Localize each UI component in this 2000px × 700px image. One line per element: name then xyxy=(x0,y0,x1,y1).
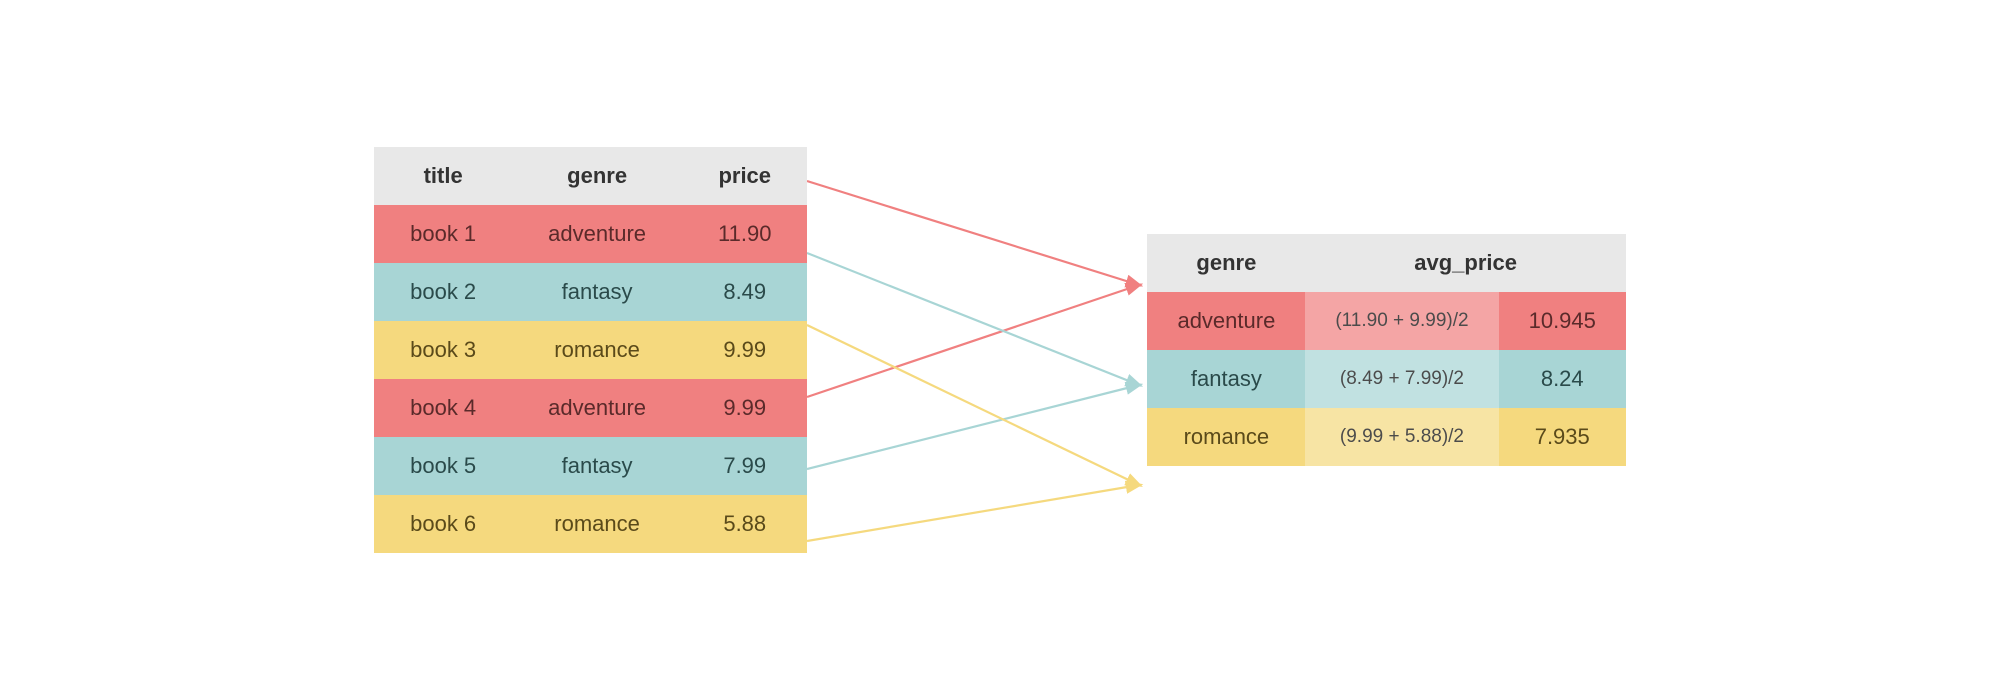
left-cell-title: book 1 xyxy=(374,205,512,263)
left-table-row: book 6romance5.88 xyxy=(374,495,807,553)
col-price: price xyxy=(682,147,807,205)
left-cell-genre: fantasy xyxy=(512,263,682,321)
left-cell-price: 9.99 xyxy=(682,321,807,379)
main-container: title genre price book 1adventure11.90bo… xyxy=(0,0,2000,700)
right-cell-formula: (11.90 + 9.99)/2 xyxy=(1305,292,1498,350)
left-table: title genre price book 1adventure11.90bo… xyxy=(374,147,807,553)
right-cell-genre: romance xyxy=(1147,408,1305,466)
left-cell-price: 8.49 xyxy=(682,263,807,321)
right-cell-formula: (8.49 + 7.99)/2 xyxy=(1305,350,1498,408)
left-cell-title: book 4 xyxy=(374,379,512,437)
left-cell-genre: adventure xyxy=(512,379,682,437)
col-genre: genre xyxy=(512,147,682,205)
right-table-row: romance(9.99 + 5.88)/27.935 xyxy=(1147,408,1625,466)
right-cell-result: 8.24 xyxy=(1499,350,1626,408)
left-cell-price: 9.99 xyxy=(682,379,807,437)
left-cell-genre: fantasy xyxy=(512,437,682,495)
right-cell-genre: adventure xyxy=(1147,292,1305,350)
left-cell-price: 11.90 xyxy=(682,205,807,263)
arrow-area xyxy=(807,90,1147,610)
right-col-avg-price: avg_price xyxy=(1305,234,1626,292)
left-cell-title: book 3 xyxy=(374,321,512,379)
left-table-row: book 2fantasy8.49 xyxy=(374,263,807,321)
right-cell-result: 10.945 xyxy=(1499,292,1626,350)
col-title: title xyxy=(374,147,512,205)
arrows-svg xyxy=(807,90,1147,610)
right-table: genre avg_price adventure(11.90 + 9.99)/… xyxy=(1147,234,1625,466)
right-cell-formula: (9.99 + 5.88)/2 xyxy=(1305,408,1498,466)
left-cell-genre: romance xyxy=(512,495,682,553)
right-table-row: fantasy(8.49 + 7.99)/28.24 xyxy=(1147,350,1625,408)
left-cell-price: 7.99 xyxy=(682,437,807,495)
right-cell-genre: fantasy xyxy=(1147,350,1305,408)
left-table-row: book 1adventure11.90 xyxy=(374,205,807,263)
left-cell-title: book 2 xyxy=(374,263,512,321)
left-cell-price: 5.88 xyxy=(682,495,807,553)
left-cell-title: book 6 xyxy=(374,495,512,553)
right-cell-result: 7.935 xyxy=(1499,408,1626,466)
left-table-row: book 4adventure9.99 xyxy=(374,379,807,437)
right-col-genre: genre xyxy=(1147,234,1305,292)
left-cell-title: book 5 xyxy=(374,437,512,495)
left-table-row: book 3romance9.99 xyxy=(374,321,807,379)
left-table-row: book 5fantasy7.99 xyxy=(374,437,807,495)
left-table-wrapper: title genre price book 1adventure11.90bo… xyxy=(374,147,807,553)
right-table-row: adventure(11.90 + 9.99)/210.945 xyxy=(1147,292,1625,350)
right-table-wrapper: genre avg_price adventure(11.90 + 9.99)/… xyxy=(1147,234,1625,466)
left-cell-genre: romance xyxy=(512,321,682,379)
left-cell-genre: adventure xyxy=(512,205,682,263)
